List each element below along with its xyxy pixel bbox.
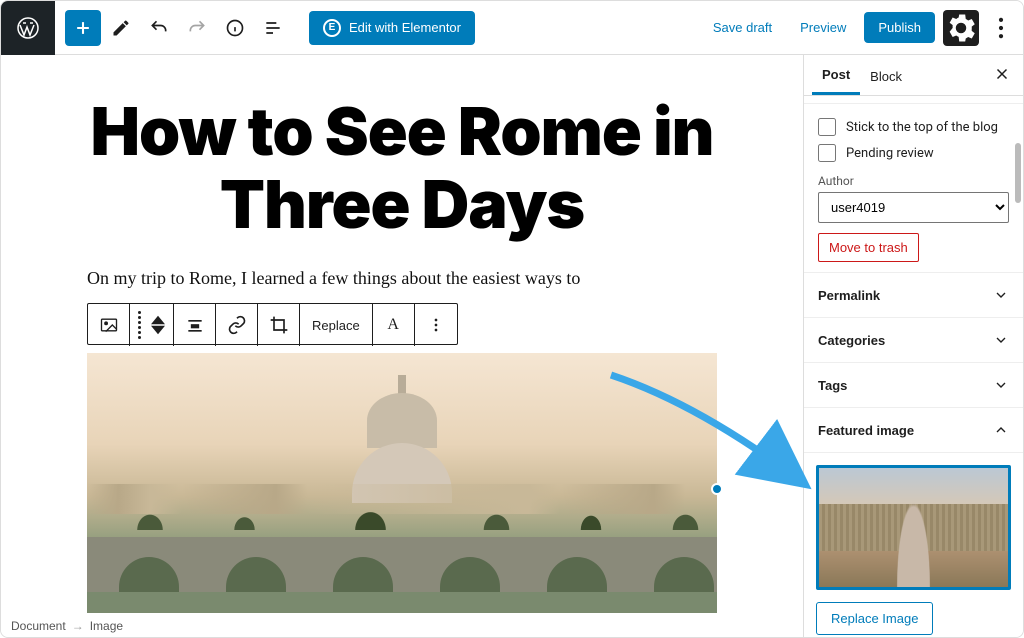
more-options-button[interactable] bbox=[987, 10, 1015, 46]
chevron-up-icon bbox=[993, 422, 1009, 438]
move-to-trash-button[interactable]: Move to trash bbox=[818, 233, 919, 262]
sidebar-body: Stick to the top of the blog Pending rev… bbox=[804, 96, 1023, 637]
kebab-icon bbox=[987, 14, 1015, 42]
permalink-panel[interactable]: Permalink bbox=[804, 273, 1023, 318]
replace-image-button[interactable]: Replace Image bbox=[816, 602, 933, 635]
block-drag-move-group bbox=[130, 304, 174, 346]
gear-icon bbox=[943, 10, 979, 46]
elementor-label: Edit with Elementor bbox=[349, 20, 461, 35]
tab-block[interactable]: Block bbox=[860, 57, 912, 94]
typography-button[interactable]: A bbox=[373, 304, 415, 346]
editor-root: E Edit with Elementor Save draft Preview… bbox=[0, 0, 1024, 638]
sidebar-tabs: Post Block bbox=[804, 55, 1023, 96]
post-title[interactable]: How to See Rome in Three Days bbox=[17, 95, 787, 240]
tags-label: Tags bbox=[818, 378, 847, 393]
toolbar-left-group bbox=[65, 10, 291, 46]
toolbar-right-group: Save draft Preview Publish bbox=[703, 10, 1015, 46]
chevron-down-icon bbox=[993, 287, 1009, 303]
categories-panel[interactable]: Categories bbox=[804, 318, 1023, 363]
undo-button[interactable] bbox=[141, 10, 177, 46]
tags-panel[interactable]: Tags bbox=[804, 363, 1023, 408]
permalink-label: Permalink bbox=[818, 288, 880, 303]
image-icon bbox=[99, 315, 119, 335]
preview-button[interactable]: Preview bbox=[790, 14, 856, 41]
wp-logo[interactable] bbox=[1, 1, 55, 55]
publish-button[interactable]: Publish bbox=[864, 12, 935, 43]
crop-icon bbox=[269, 315, 289, 335]
info-button[interactable] bbox=[217, 10, 253, 46]
chevron-down-icon bbox=[993, 377, 1009, 393]
edit-mode-button[interactable] bbox=[103, 10, 139, 46]
breadcrumb: Document → Image bbox=[1, 615, 133, 637]
block-toolbar: Replace A bbox=[87, 303, 458, 345]
author-select[interactable]: user4019 bbox=[818, 192, 1009, 223]
block-type-button[interactable] bbox=[88, 304, 130, 346]
close-icon bbox=[993, 65, 1011, 83]
move-up-down[interactable] bbox=[151, 315, 165, 335]
pending-checkbox-row[interactable]: Pending review bbox=[818, 140, 1009, 166]
main-area: How to See Rome in Three Days On my trip… bbox=[1, 55, 1023, 637]
content-column: On my trip to Rome, I learned a few thin… bbox=[87, 268, 717, 613]
block-more-button[interactable] bbox=[415, 304, 457, 346]
featured-image-panel[interactable]: Featured image bbox=[804, 408, 1023, 453]
categories-label: Categories bbox=[818, 333, 885, 348]
replace-media-button[interactable]: Replace bbox=[300, 304, 373, 346]
featured-image-thumbnail[interactable] bbox=[816, 465, 1011, 590]
chevron-down-icon bbox=[993, 332, 1009, 348]
outline-button[interactable] bbox=[255, 10, 291, 46]
author-label: Author bbox=[818, 174, 1009, 188]
featured-image-body: Replace Image Remove featured image bbox=[804, 453, 1023, 637]
breadcrumb-image[interactable]: Image bbox=[90, 619, 123, 633]
settings-sidebar: Post Block Stick to the top of the blog … bbox=[803, 55, 1023, 637]
align-icon bbox=[185, 315, 205, 335]
image-block[interactable] bbox=[87, 353, 717, 613]
kebab-icon bbox=[426, 315, 446, 335]
stick-checkbox[interactable] bbox=[818, 118, 836, 136]
tab-post[interactable]: Post bbox=[812, 55, 860, 95]
drag-handle[interactable] bbox=[138, 311, 141, 339]
truncated-content bbox=[804, 96, 1023, 104]
pending-checkbox[interactable] bbox=[818, 144, 836, 162]
breadcrumb-sep: → bbox=[72, 619, 84, 633]
edit-with-elementor-button[interactable]: E Edit with Elementor bbox=[309, 11, 475, 45]
crop-button[interactable] bbox=[258, 304, 300, 346]
paragraph-block[interactable]: On my trip to Rome, I learned a few thin… bbox=[87, 268, 717, 289]
link-button[interactable] bbox=[216, 304, 258, 346]
stick-label: Stick to the top of the blog bbox=[846, 120, 998, 135]
top-toolbar: E Edit with Elementor Save draft Preview… bbox=[1, 1, 1023, 55]
pending-label: Pending review bbox=[846, 146, 934, 161]
image-content bbox=[87, 353, 717, 613]
align-button[interactable] bbox=[174, 304, 216, 346]
close-sidebar-button[interactable] bbox=[989, 61, 1015, 90]
save-draft-button[interactable]: Save draft bbox=[703, 14, 782, 41]
stick-checkbox-row[interactable]: Stick to the top of the blog bbox=[818, 114, 1009, 140]
settings-toggle-button[interactable] bbox=[943, 10, 979, 46]
featured-label: Featured image bbox=[818, 423, 914, 438]
elementor-icon: E bbox=[323, 19, 341, 37]
breadcrumb-document[interactable]: Document bbox=[11, 619, 66, 633]
redo-button[interactable] bbox=[179, 10, 215, 46]
resize-handle[interactable] bbox=[711, 483, 723, 495]
add-block-button[interactable] bbox=[65, 10, 101, 46]
link-icon bbox=[227, 315, 247, 335]
editor-canvas[interactable]: How to See Rome in Three Days On my trip… bbox=[1, 55, 803, 637]
status-section: Stick to the top of the blog Pending rev… bbox=[804, 104, 1023, 273]
sidebar-scrollbar[interactable] bbox=[1015, 143, 1021, 203]
